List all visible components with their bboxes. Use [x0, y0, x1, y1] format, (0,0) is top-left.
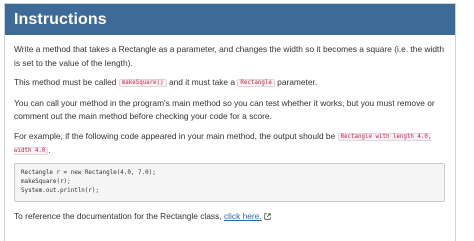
inline-code-rectangle: Rectangle: [237, 79, 275, 87]
paragraph-example: For example, if the following code appea…: [14, 130, 445, 159]
instructions-header: Instructions: [5, 4, 455, 35]
paragraph-task-text: Write a method that takes a Rectangle as…: [14, 44, 445, 68]
paragraph-main-method-text: You can call your method in the program'…: [14, 97, 435, 122]
method-name-text-before: This method must be called: [14, 77, 119, 87]
external-link-icon[interactable]: [263, 211, 271, 225]
example-code-block: Rectangle r = new Rectangle(4.0, 7.0); ma…: [14, 162, 445, 202]
code-line: makeSquare(r);: [21, 178, 71, 185]
example-text-after: .: [48, 145, 51, 155]
example-text-before: For example, if the following code appea…: [14, 130, 338, 141]
documentation-link[interactable]: click here.: [224, 211, 262, 221]
inline-code-make-square: makeSquare(): [118, 79, 167, 87]
paragraph-task: Write a method that takes a Rectangle as…: [14, 43, 445, 70]
method-name-text-after: parameter.: [274, 77, 318, 87]
code-line: Rectangle r = new Rectangle(4.0, 7.0);: [21, 169, 156, 176]
instructions-title: Instructions: [14, 10, 107, 28]
instructions-content: Write a method that takes a Rectangle as…: [5, 35, 455, 224]
method-name-text-middle: and it must take a: [166, 77, 238, 87]
documentation-text-before: To reference the documentation for the R…: [14, 210, 224, 221]
paragraph-method-name: This method must be called makeSquare() …: [14, 76, 445, 91]
paragraph-documentation: To reference the documentation for the R…: [14, 210, 445, 225]
instructions-panel: Instructions Write a method that takes a…: [4, 3, 456, 241]
paragraph-main-method: You can call your method in the program'…: [14, 97, 445, 124]
code-line: System.out.println(r);: [21, 187, 100, 194]
